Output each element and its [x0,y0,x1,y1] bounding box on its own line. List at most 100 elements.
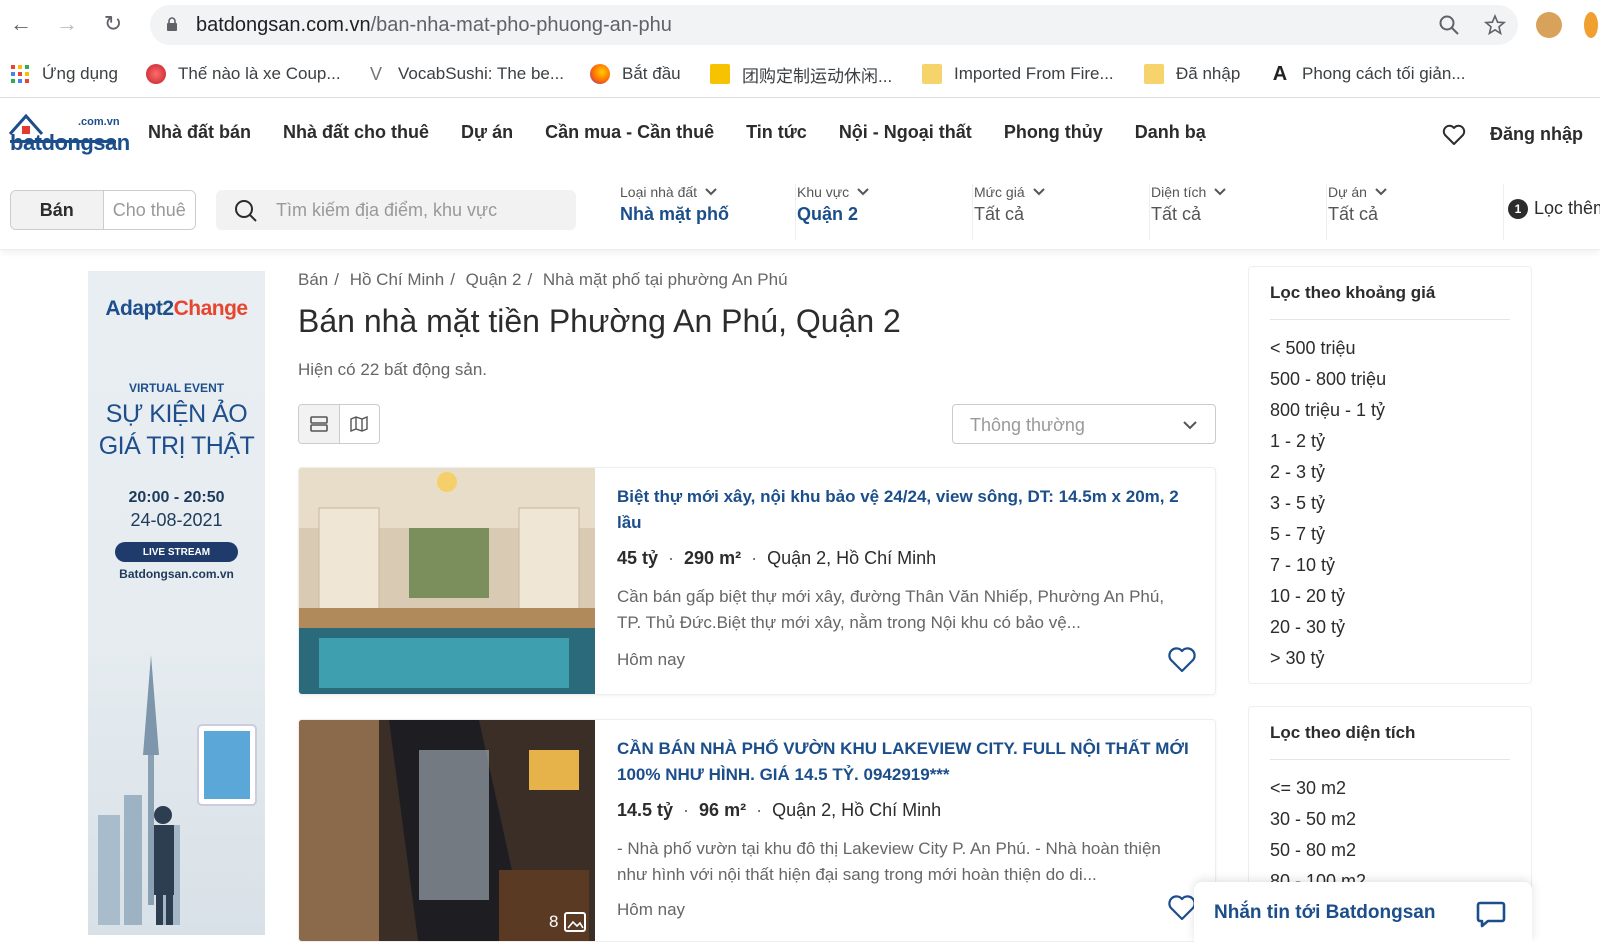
folder-icon [922,64,942,84]
nav-item[interactable]: Tin tức [746,122,807,143]
filter-value: Nhà mặt phố [620,204,730,224]
bookmark-vocabsushi[interactable]: V VocabSushi: The be... [366,60,564,88]
breadcrumb-item[interactable]: Nhà mặt phố tại phường An Phú [543,270,788,289]
price-filter-item[interactable]: 500 - 800 triệu [1270,364,1386,395]
lock-icon [167,17,177,31]
nav-item[interactable]: Nhà đất bán [148,122,251,143]
map-view-button[interactable] [340,405,380,443]
banner-subtitle: VIRTUAL EVENT [128,381,225,395]
page-title: Bán nhà mặt tiền Phường An Phú, Quận 2 [298,303,901,339]
back-arrow-icon[interactable]: ← [8,11,34,37]
price-filter-item[interactable]: 1 - 2 tỷ [1270,426,1386,457]
breadcrumb-item[interactable]: Bán [298,270,328,289]
price-filter-title: Lọc theo khoảng giá [1270,283,1436,302]
price-filter-item[interactable]: 5 - 7 tỷ [1270,519,1386,550]
mode-sell-button[interactable]: Bán [11,191,104,229]
favorite-heart-icon[interactable] [1167,646,1197,674]
nav-item[interactable]: Nhà đất cho thuê [283,122,429,143]
bookmark-label: Thế nào là xe Coup... [178,64,341,83]
favorite-heart-icon[interactable] [1167,894,1197,922]
filter-bar: Bán Cho thuê Loại nhà đất Nhà mặt phố Kh… [0,174,1600,250]
price-filter-item[interactable]: < 500 triệu [1270,333,1386,364]
nav-item[interactable]: Nội - Ngoại thất [839,122,972,143]
price-filter-item[interactable]: 7 - 10 tỷ [1270,550,1386,581]
sort-select[interactable]: Thông thường [952,404,1216,444]
search-input[interactable] [276,198,556,222]
bookmark-start[interactable]: Bắt đầu [590,60,681,88]
bookmarks-bar: Ứng dụng Thế nào là xe Coup... V VocabSu… [0,50,1600,98]
breadcrumb: Bán / Hồ Chí Minh / Quận 2/ Nhà mặt phố tạ… [298,270,788,289]
reload-icon[interactable]: ↻ [100,11,126,37]
bookmark-da-nhap[interactable]: Đã nhập [1144,60,1240,88]
breadcrumb-item[interactable]: Hồ Chí Minh [350,270,444,289]
zoom-icon[interactable] [1438,14,1460,36]
sort-value: Thông thường [970,415,1085,435]
forward-arrow-icon[interactable]: → [54,11,80,37]
banner-time: 20:00 - 20:50 [128,489,225,506]
extension-icon[interactable] [1584,12,1598,38]
bookmark-label: Ứng dụng [42,64,118,83]
login-link[interactable]: Đăng nhập [1490,124,1583,145]
area-filter-item[interactable]: 50 - 80 m2 [1270,835,1366,866]
address-bar[interactable]: batdongsan.com.vn/ban-nha-mat-pho-phuong… [150,5,1518,45]
price-filter-item[interactable]: > 30 tỷ [1270,643,1386,674]
mode-rent-button[interactable]: Cho thuê [103,191,195,229]
bookmark-label: VocabSushi: The be... [398,64,565,83]
bookmark-coupe[interactable]: Thế nào là xe Coup... [146,60,341,88]
star-icon[interactable] [1484,14,1506,36]
cookie-extension-icon[interactable] [1536,12,1562,38]
filter-project[interactable]: Dự án Tất cả [1328,184,1504,240]
price-filter-item[interactable]: 3 - 5 tỷ [1270,488,1386,519]
banner-brand-c: Change [173,297,249,320]
price-filter-item[interactable]: 2 - 3 tỷ [1270,457,1386,488]
breadcrumb-item[interactable]: Quận 2 [466,270,522,289]
logo-suffix: .com.vn [78,116,120,128]
bookmark-chinese-store[interactable]: 团购定制运动休闲... [710,60,892,88]
bookmark-label: Đã nhập [1176,64,1241,83]
filter-value: Tất cả [1328,204,1379,224]
banner-headline-2: GIÁ TRỊ THẬT [98,432,255,460]
listing-location: Quận 2, Hồ Chí Minh [767,548,937,568]
search-icon [235,200,257,222]
city-illustration [98,655,257,925]
bookmark-imported[interactable]: Imported From Fire... [922,60,1114,88]
listing-photo[interactable] [299,720,595,942]
saved-heart-icon[interactable] [1442,124,1466,146]
filter-size[interactable]: Diện tích Tất cả [1151,184,1327,240]
price-filter-item[interactable]: 10 - 20 tỷ [1270,581,1386,612]
chat-widget[interactable]: Nhắn tin tới Batdongsan [1194,882,1532,942]
photo-count: 8 [549,912,587,932]
browser-toolbar: ← → ↻ batdongsan.com.vn/ban-nha-mat-pho-… [0,0,1600,50]
area-filter-item[interactable]: <= 30 m2 [1270,773,1366,804]
result-count: Hiện có 22 bất động sản. [298,360,488,379]
listing-card[interactable]: Biệt thự mới xây, nội khu bảo vệ 24/24, … [298,467,1216,695]
listing-photo[interactable] [299,468,595,695]
listing-title[interactable]: Biệt thự mới xây, nội khu bảo vệ 24/24, … [617,484,1197,536]
nav-item[interactable]: Cần mua - Cần thuê [545,122,714,143]
filter-label: Diện tích [1151,184,1207,200]
price-filter-item[interactable]: 800 triệu - 1 tỷ [1270,395,1386,426]
filter-value: Tất cả [974,204,1025,224]
filter-property-type[interactable]: Loại nhà đất Nhà mặt phố [620,184,796,240]
area-filter-item[interactable]: 30 - 50 m2 [1270,804,1366,835]
price-filter-list: < 500 triệu 500 - 800 triệu 800 triệu - … [1270,333,1386,674]
more-filters-button[interactable]: 1 Lọc thêm [1508,198,1600,219]
list-view-button[interactable] [299,405,340,443]
nav-item[interactable]: Phong thủy [1004,122,1103,143]
nav-item[interactable]: Dự án [461,122,513,143]
map-icon [350,416,368,432]
nav-item[interactable]: Danh bạ [1135,122,1206,143]
filter-area-district[interactable]: Khu vực Quận 2 [797,184,973,240]
filter-price[interactable]: Mức giá Tất cả [974,184,1150,240]
divider [1270,319,1510,320]
bookmark-apps[interactable]: Ứng dụng [10,60,118,88]
letter-a-icon: A [1272,63,1288,85]
price-filter-item[interactable]: 20 - 30 tỷ [1270,612,1386,643]
site-logo[interactable]: .com.vn batdongsan [8,108,130,162]
listing-card[interactable]: 8 CẦN BÁN NHÀ PHỐ VƯỜN KHU LAKEVIEW CITY… [298,719,1216,942]
listing-title[interactable]: CẦN BÁN NHÀ PHỐ VƯỜN KHU LAKEVIEW CITY. … [617,736,1197,788]
listing-date: Hôm nay [617,900,686,919]
event-banner-ad[interactable]: Adapt2Change VIRTUAL EVENT SỰ KIỆN ẢO GI… [88,271,265,935]
bookmark-phong-cach[interactable]: A Phong cách tối giản... [1270,60,1466,88]
banner-date: 24-08-2021 [130,510,223,530]
